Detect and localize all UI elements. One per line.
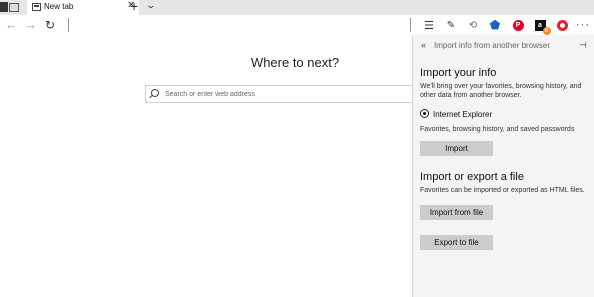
search-box[interactable] — [145, 85, 442, 103]
amazon-badge: 0 — [542, 26, 551, 35]
amazon-letter: a — [538, 21, 542, 29]
nav-divider — [68, 18, 69, 32]
amazon-extension-button[interactable]: a 0 — [533, 18, 551, 35]
tab-list-chevron-icon[interactable]: ⌄ — [145, 0, 156, 11]
opera-extension-button[interactable] — [555, 18, 569, 32]
tab-strip: New tab ✕ + ⌄ — [0, 0, 594, 15]
panel-header: « Import info from another browser ⊣ — [413, 35, 594, 57]
new-tab-button[interactable]: + — [130, 0, 138, 14]
internet-explorer-label[interactable]: Internet Explorer — [433, 110, 492, 119]
web-note-icon[interactable]: ✎ — [444, 18, 458, 32]
navigation-bar: ← → ↻ ☰ ✎ ⟲ ⬟ P a 0 ··· — [0, 15, 594, 35]
pinterest-icon: P — [512, 19, 524, 31]
back-chevron-icon[interactable]: « — [421, 40, 426, 50]
import-export-heading: Import or export a file — [420, 171, 524, 183]
more-options-icon[interactable]: ··· — [576, 18, 590, 32]
import-info-heading: Import your info — [420, 67, 497, 79]
toolbar-divider — [410, 18, 411, 32]
import-button[interactable]: Import — [420, 141, 493, 156]
import-from-file-button[interactable]: Import from file — [420, 205, 493, 220]
search-icon — [151, 89, 159, 97]
share-icon[interactable]: ⟲ — [466, 18, 480, 32]
panel-title: Import info from another browser — [434, 41, 551, 50]
amazon-icon: a 0 — [534, 19, 551, 35]
refresh-button[interactable]: ↻ — [45, 18, 55, 32]
internet-explorer-radio[interactable] — [420, 109, 429, 118]
new-tab-page-icon — [32, 3, 41, 11]
pinterest-extension-button[interactable]: P — [511, 18, 525, 32]
import-export-description: Favorites can be imported or exported as… — [420, 187, 585, 194]
export-to-file-button[interactable]: Export to file — [420, 235, 493, 250]
pin-panel-icon[interactable]: ⊣ — [579, 40, 587, 51]
search-input[interactable] — [165, 87, 435, 101]
tab-title: New tab — [44, 2, 74, 11]
forward-button[interactable]: → — [24, 17, 37, 32]
hub-icon[interactable]: ☰ — [422, 18, 436, 32]
import-info-description: We'll bring over your favorites, browsin… — [420, 83, 582, 99]
set-aside-tabs-icon[interactable] — [9, 3, 19, 12]
tab-new-tab[interactable]: New tab ✕ — [27, 0, 139, 15]
back-button[interactable]: ← — [5, 17, 18, 32]
tab-preview-icon[interactable] — [0, 2, 8, 12]
new-tab-page: Where to next? — [0, 35, 442, 297]
opera-icon — [556, 19, 568, 31]
import-panel: « Import info from another browser ⊣ Imp… — [412, 35, 594, 297]
extension-icon[interactable]: ⬟ — [488, 18, 502, 32]
browser-import-description: Favorites, browsing history, and saved p… — [420, 126, 575, 133]
